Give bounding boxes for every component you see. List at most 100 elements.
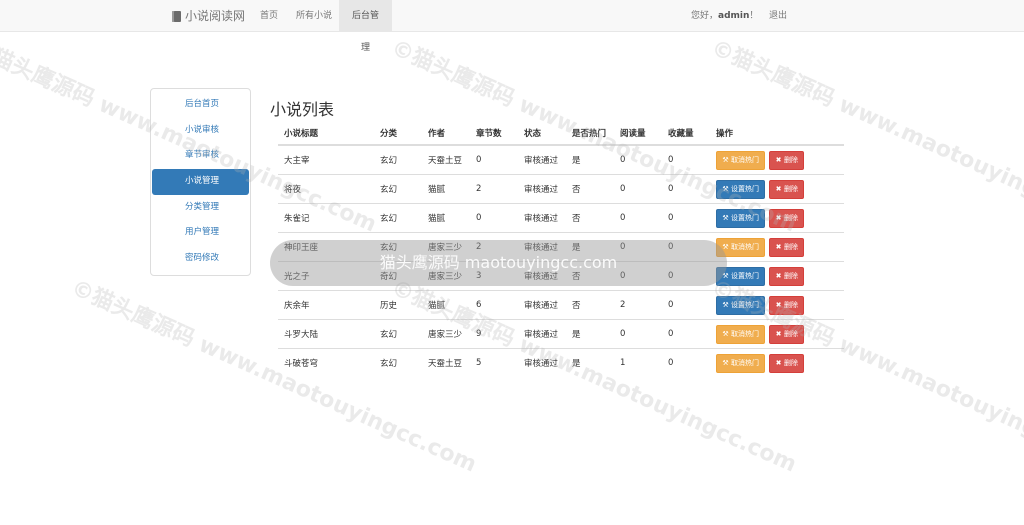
- sidebar-item-chapter-review[interactable]: 章节审核: [152, 143, 249, 169]
- cell-category: 玄幻: [374, 232, 422, 262]
- hot-button-label: 设置热门: [731, 271, 759, 280]
- set-hot-button[interactable]: ⚒ 设置热门: [716, 208, 765, 228]
- cell-title: 朱雀记: [278, 203, 374, 233]
- delete-button[interactable]: ✖ 删除: [769, 208, 804, 228]
- unset-hot-button[interactable]: ⚒ 取消热门: [716, 237, 765, 257]
- set-hot-button[interactable]: ⚒ 设置热门: [716, 266, 765, 286]
- cell-chapters: 0: [470, 144, 518, 175]
- cell-author: 猫腻: [422, 174, 470, 204]
- brand[interactable]: 小说阅读网: [172, 0, 245, 32]
- delete-button-label: 删除: [784, 329, 798, 338]
- col-reads: 阅读量: [614, 122, 662, 146]
- novel-table: 小说标题 分类 作者 章节数 状态 是否热门 阅读量 收藏量 操作 大主宰 玄幻天…: [278, 122, 844, 377]
- user-greeting: 您好，admin！: [691, 0, 758, 32]
- delete-button-label: 删除: [784, 271, 798, 280]
- cell-chapters: 2: [470, 232, 518, 262]
- close-icon: ✖: [775, 358, 782, 367]
- table-row: 庆余年 历史 猫腻 6 审核通过否 2 0 ⚒ 设置热门 ✖ 删除: [278, 290, 844, 320]
- cell-title: 光之子: [278, 261, 374, 291]
- table-row: 将夜 玄幻 猫腻 2 审核通过否 0 0 ⚒ 设置热门 ✖ 删除: [278, 174, 844, 204]
- col-status: 状态: [518, 122, 566, 146]
- close-icon: ✖: [775, 329, 782, 338]
- sidebar-item-user-management[interactable]: 用户管理: [152, 220, 249, 246]
- col-category: 分类: [374, 122, 422, 146]
- admin-sidebar: 后台首页 小说审核 章节审核 小说管理 分类管理 用户管理 密码修改: [150, 88, 251, 276]
- delete-button[interactable]: ✖ 删除: [769, 150, 804, 170]
- cell-title: 庆余年: [278, 290, 374, 320]
- sidebar-item-password-change[interactable]: 密码修改: [152, 246, 249, 272]
- brand-title: 小说阅读网: [185, 9, 246, 23]
- table-row: 光之子 奇幻 唐家三少 3 审核通过否 0 0 ⚒ 设置热门 ✖ 删除: [278, 261, 844, 291]
- hot-button-label: 取消热门: [731, 242, 759, 251]
- cell-favs: 0: [662, 290, 710, 320]
- cell-title: 神印王座: [278, 232, 374, 262]
- wrench-icon: ⚒: [722, 155, 729, 164]
- set-hot-button[interactable]: ⚒ 设置热门: [716, 295, 765, 315]
- cell-status: 审核通过: [518, 174, 566, 204]
- col-hot: 是否热门: [566, 122, 614, 146]
- cell-category: 玄幻: [374, 348, 422, 377]
- cell-actions: ⚒ 取消热门 ✖ 删除: [710, 232, 844, 262]
- unset-hot-button[interactable]: ⚒ 取消热门: [716, 353, 765, 373]
- close-icon: ✖: [775, 155, 782, 164]
- sidebar-item-dashboard[interactable]: 后台首页: [152, 92, 249, 118]
- cell-category: 玄幻: [374, 319, 422, 349]
- delete-button[interactable]: ✖ 删除: [769, 324, 804, 344]
- cell-reads: 0: [614, 174, 662, 204]
- close-icon: ✖: [775, 271, 782, 280]
- delete-button[interactable]: ✖ 删除: [769, 266, 804, 286]
- table-row: 斗罗大陆 玄幻 唐家三少 9 审核通过是 0 0 ⚒ 取消热门 ✖ 删除: [278, 319, 844, 349]
- nav-home[interactable]: 首页: [251, 0, 287, 32]
- sidebar-item-novel-management[interactable]: 小说管理: [152, 169, 249, 195]
- set-hot-button[interactable]: ⚒ 设置热门: [716, 179, 765, 199]
- cell-actions: ⚒ 取消热门 ✖ 删除: [710, 348, 844, 377]
- table-row: 大主宰 玄幻 天蚕土豆 0 审核通过是 0 0 ⚒ 取消热门 ✖ 删除: [278, 144, 844, 175]
- wrench-icon: ⚒: [722, 271, 729, 280]
- delete-button-label: 删除: [784, 184, 798, 193]
- cell-actions: ⚒ 设置热门 ✖ 删除: [710, 290, 844, 320]
- wrench-icon: ⚒: [722, 184, 729, 193]
- cell-author: 猫腻: [422, 203, 470, 233]
- sidebar-item-category-management[interactable]: 分类管理: [152, 195, 249, 221]
- cell-actions: ⚒ 设置热门 ✖ 删除: [710, 261, 844, 291]
- cell-chapters: 5: [470, 348, 518, 377]
- cell-favs: 0: [662, 203, 710, 233]
- sidebar-item-novel-review[interactable]: 小说审核: [152, 118, 249, 144]
- cell-actions: ⚒ 设置热门 ✖ 删除: [710, 174, 844, 204]
- close-icon: ✖: [775, 213, 782, 222]
- cell-hot: 是: [566, 348, 614, 377]
- unset-hot-button[interactable]: ⚒ 取消热门: [716, 324, 765, 344]
- delete-button[interactable]: ✖ 删除: [769, 353, 804, 373]
- cell-title: 大主宰: [278, 144, 374, 175]
- nav-all-novels[interactable]: 所有小说: [287, 0, 341, 32]
- cell-category: 奇幻: [374, 261, 422, 291]
- logout-link[interactable]: 退出: [769, 0, 787, 32]
- cell-hot: 否: [566, 290, 614, 320]
- cell-title: 将夜: [278, 174, 374, 204]
- cell-favs: 0: [662, 261, 710, 291]
- cell-hot: 是: [566, 319, 614, 349]
- wrench-icon: ⚒: [722, 300, 729, 309]
- cell-author: 唐家三少: [422, 319, 470, 349]
- cell-reads: 0: [614, 319, 662, 349]
- delete-button-label: 删除: [784, 242, 798, 251]
- delete-button[interactable]: ✖ 删除: [769, 295, 804, 315]
- cell-title: 斗破苍穹: [278, 348, 374, 377]
- cell-hot: 否: [566, 203, 614, 233]
- cell-reads: 1: [614, 348, 662, 377]
- table-row: 朱雀记 玄幻 猫腻 0 审核通过否 0 0 ⚒ 设置热门 ✖ 删除: [278, 203, 844, 233]
- cell-hot: 是: [566, 232, 614, 262]
- table-row: 神印王座 玄幻 唐家三少 2 审核通过是 0 0 ⚒ 取消热门 ✖ 删除: [278, 232, 844, 262]
- table-header-row: 小说标题 分类 作者 章节数 状态 是否热门 阅读量 收藏量 操作: [278, 122, 844, 146]
- delete-button[interactable]: ✖ 删除: [769, 237, 804, 257]
- cell-chapters: 6: [470, 290, 518, 320]
- username: admin: [718, 11, 750, 21]
- col-title: 小说标题: [278, 122, 374, 146]
- cell-actions: ⚒ 设置热门 ✖ 删除: [710, 203, 844, 233]
- hot-button-label: 设置热门: [731, 300, 759, 309]
- unset-hot-button[interactable]: ⚒ 取消热门: [716, 150, 765, 170]
- col-actions: 操作: [710, 122, 844, 146]
- nav-admin[interactable]: 后台管理: [339, 0, 392, 53]
- cell-favs: 0: [662, 348, 710, 377]
- delete-button[interactable]: ✖ 删除: [769, 179, 804, 199]
